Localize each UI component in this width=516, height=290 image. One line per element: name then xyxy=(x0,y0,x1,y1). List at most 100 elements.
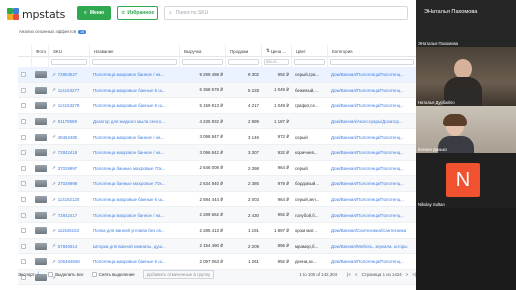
category-value[interactable]: Дом/Ванная/Сантехника/Сантехника xyxy=(328,223,416,239)
table-row[interactable]: ⇗ 91178598 Дозатор для жидкого мыла сенсо.… xyxy=(18,113,416,130)
row-checkbox[interactable] xyxy=(21,197,26,203)
product-thumbnail[interactable] xyxy=(35,102,47,110)
product-name[interactable]: Шторка для ванной комнаты, душ... xyxy=(90,239,180,255)
row-checkbox[interactable] xyxy=(21,134,26,140)
col-revenue[interactable]: Выручка xyxy=(180,45,226,57)
row-checkbox-cell[interactable] xyxy=(18,83,32,99)
sku-value[interactable]: 57840514 xyxy=(58,244,78,249)
row-checkbox[interactable] xyxy=(21,87,26,93)
product-thumbnail[interactable] xyxy=(35,180,47,188)
col-photo[interactable]: Фото xyxy=(32,45,49,57)
photo-cell[interactable] xyxy=(32,207,49,223)
row-checkbox-cell[interactable] xyxy=(18,145,32,161)
product-thumbnail[interactable] xyxy=(35,133,47,141)
filter-name-input[interactable] xyxy=(92,59,177,65)
sku-cell[interactable]: ⇗ 72853527 xyxy=(49,67,90,83)
sku-search-input[interactable]: ⌕ Поиск по SKU xyxy=(164,6,408,20)
sku-cell[interactable]: ⇗ 37029997 xyxy=(49,161,90,177)
product-thumbnail[interactable] xyxy=(35,164,47,172)
participant-tile-1[interactable]: ЭНаталья Пахомова ЭНаталья Пахомова xyxy=(416,0,516,47)
table-row[interactable]: ⇗ 72842418 Полотенца махровое банное / на.… xyxy=(18,145,416,161)
product-name[interactable]: Полотенца махровое банное / на... xyxy=(90,207,180,223)
filter-category-input[interactable] xyxy=(330,59,414,65)
filter-sales[interactable] xyxy=(226,57,262,67)
row-checkbox[interactable] xyxy=(21,103,26,109)
filter-sku-input[interactable] xyxy=(51,59,87,65)
photo-cell[interactable] xyxy=(32,129,49,145)
filter-name[interactable] xyxy=(90,57,180,67)
filter-revenue[interactable] xyxy=(180,57,226,67)
product-thumbnail[interactable] xyxy=(35,86,47,94)
sku-value[interactable]: 72842417 xyxy=(58,213,78,218)
product-thumbnail[interactable] xyxy=(35,196,47,204)
row-checkbox-cell[interactable] xyxy=(18,161,32,177)
sku-cell[interactable]: ⇗ 91178598 xyxy=(49,114,90,130)
category-value[interactable]: Дом/Ванная/Полотенца/Полотенц... xyxy=(328,83,416,99)
product-thumbnail[interactable] xyxy=(35,242,47,250)
col-price[interactable]: ⇅ Цена ... xyxy=(262,45,292,57)
photo-cell[interactable] xyxy=(32,145,49,161)
photo-cell[interactable] xyxy=(32,176,49,192)
row-checkbox[interactable] xyxy=(21,119,26,125)
first-page-icon[interactable]: |< xyxy=(347,272,351,277)
table-row[interactable]: ⇗ 114163278 Полотенца махровые банные 6 ш.… xyxy=(18,98,416,114)
category-value[interactable]: Дом/Ванная/Полотенца/Полотенц... xyxy=(328,98,416,114)
product-thumbnail[interactable] xyxy=(35,227,47,235)
sku-value[interactable]: 91178598 xyxy=(58,119,77,124)
favorites-button[interactable]: ☆ Избранное xyxy=(117,6,158,20)
row-checkbox[interactable] xyxy=(21,259,26,265)
photo-cell[interactable] xyxy=(32,161,49,177)
product-name[interactable]: Полка для ванной угловая без св... xyxy=(90,223,180,239)
sku-value[interactable]: 111545153 xyxy=(58,228,79,233)
col-sku[interactable]: SKU xyxy=(49,45,90,57)
open-link-icon[interactable]: ⇗ xyxy=(52,72,56,78)
sku-cell[interactable]: ⇗ 49462480 xyxy=(49,129,90,145)
col-category[interactable]: Категория xyxy=(328,45,416,57)
category-value[interactable]: Дом/Ванная/Полотенца/Полотенц... xyxy=(328,129,416,145)
sku-value[interactable]: 37029998 xyxy=(58,181,78,186)
row-checkbox[interactable] xyxy=(21,212,26,218)
photo-cell[interactable] xyxy=(32,223,49,239)
participant-tile-4[interactable]: N Nikolay Sultan xyxy=(416,153,516,208)
row-checkbox-cell[interactable] xyxy=(18,176,32,192)
filter-sku[interactable] xyxy=(49,57,90,67)
sku-cell[interactable]: ⇗ 114163278 xyxy=(49,98,90,114)
product-name[interactable]: Полотенца махровые банные 6 ш... xyxy=(90,192,180,208)
product-name[interactable]: Полотенца банные махровые 70х... xyxy=(90,176,180,192)
table-row[interactable]: ⇗ 57840514 Шторка для ванной комнаты, душ.… xyxy=(18,238,416,255)
sku-value[interactable]: 106484848 xyxy=(58,259,80,264)
sku-value[interactable]: 72853527 xyxy=(58,72,78,77)
filter-revenue-input[interactable] xyxy=(182,59,223,65)
row-checkbox[interactable] xyxy=(21,243,26,249)
sku-value[interactable]: 37029997 xyxy=(58,166,78,171)
row-checkbox-cell[interactable] xyxy=(18,114,32,130)
sku-cell[interactable]: ⇗ 72842418 xyxy=(49,145,90,161)
row-checkbox-cell[interactable] xyxy=(18,67,32,83)
open-link-icon[interactable]: ⇗ xyxy=(52,228,56,234)
product-name[interactable]: Полотенца махровое банное / на... xyxy=(90,129,180,145)
filter-price[interactable]: 500-20... xyxy=(262,57,292,67)
sku-cell[interactable]: ⇗ 57840514 xyxy=(49,239,90,255)
row-checkbox-cell[interactable] xyxy=(18,98,32,114)
open-link-icon[interactable]: ⇗ xyxy=(52,87,56,93)
row-checkbox[interactable] xyxy=(21,165,26,171)
prev-page-icon[interactable]: < xyxy=(355,272,358,277)
sku-value[interactable]: 114163278 xyxy=(58,103,80,108)
table-row[interactable]: ⇗ 72842417 Полотенца махровое банное / на.… xyxy=(18,207,416,223)
app-logo[interactable]: mpstats xyxy=(7,7,65,21)
sku-cell[interactable]: ⇗ 37029998 xyxy=(49,176,90,192)
category-value[interactable]: Дом/Ванная/Полотенца/Полотенц... xyxy=(328,192,416,208)
table-row[interactable]: ⇗ 37029997 Полотенца банные махровые 70х..… xyxy=(18,161,416,177)
sku-cell[interactable]: ⇗ 114163277 xyxy=(49,83,90,99)
row-checkbox[interactable] xyxy=(21,150,26,156)
sku-cell[interactable]: ⇗ 111545153 xyxy=(49,223,90,239)
category-value[interactable]: Дом/Ванная/Полотенца/Полотенц... xyxy=(328,67,416,83)
breadcrumb[interactable]: Анализ сезонных эффектов 15 xyxy=(19,29,87,34)
row-checkbox-cell[interactable] xyxy=(18,192,32,208)
photo-cell[interactable] xyxy=(32,98,49,114)
add-to-group-button[interactable]: Добавить отмеченные в группу xyxy=(142,269,215,279)
product-thumbnail[interactable] xyxy=(35,149,47,157)
open-link-icon[interactable]: ⇗ xyxy=(52,243,56,249)
col-color[interactable]: Цвет xyxy=(292,45,328,57)
sku-value[interactable]: 72842418 xyxy=(58,150,78,155)
